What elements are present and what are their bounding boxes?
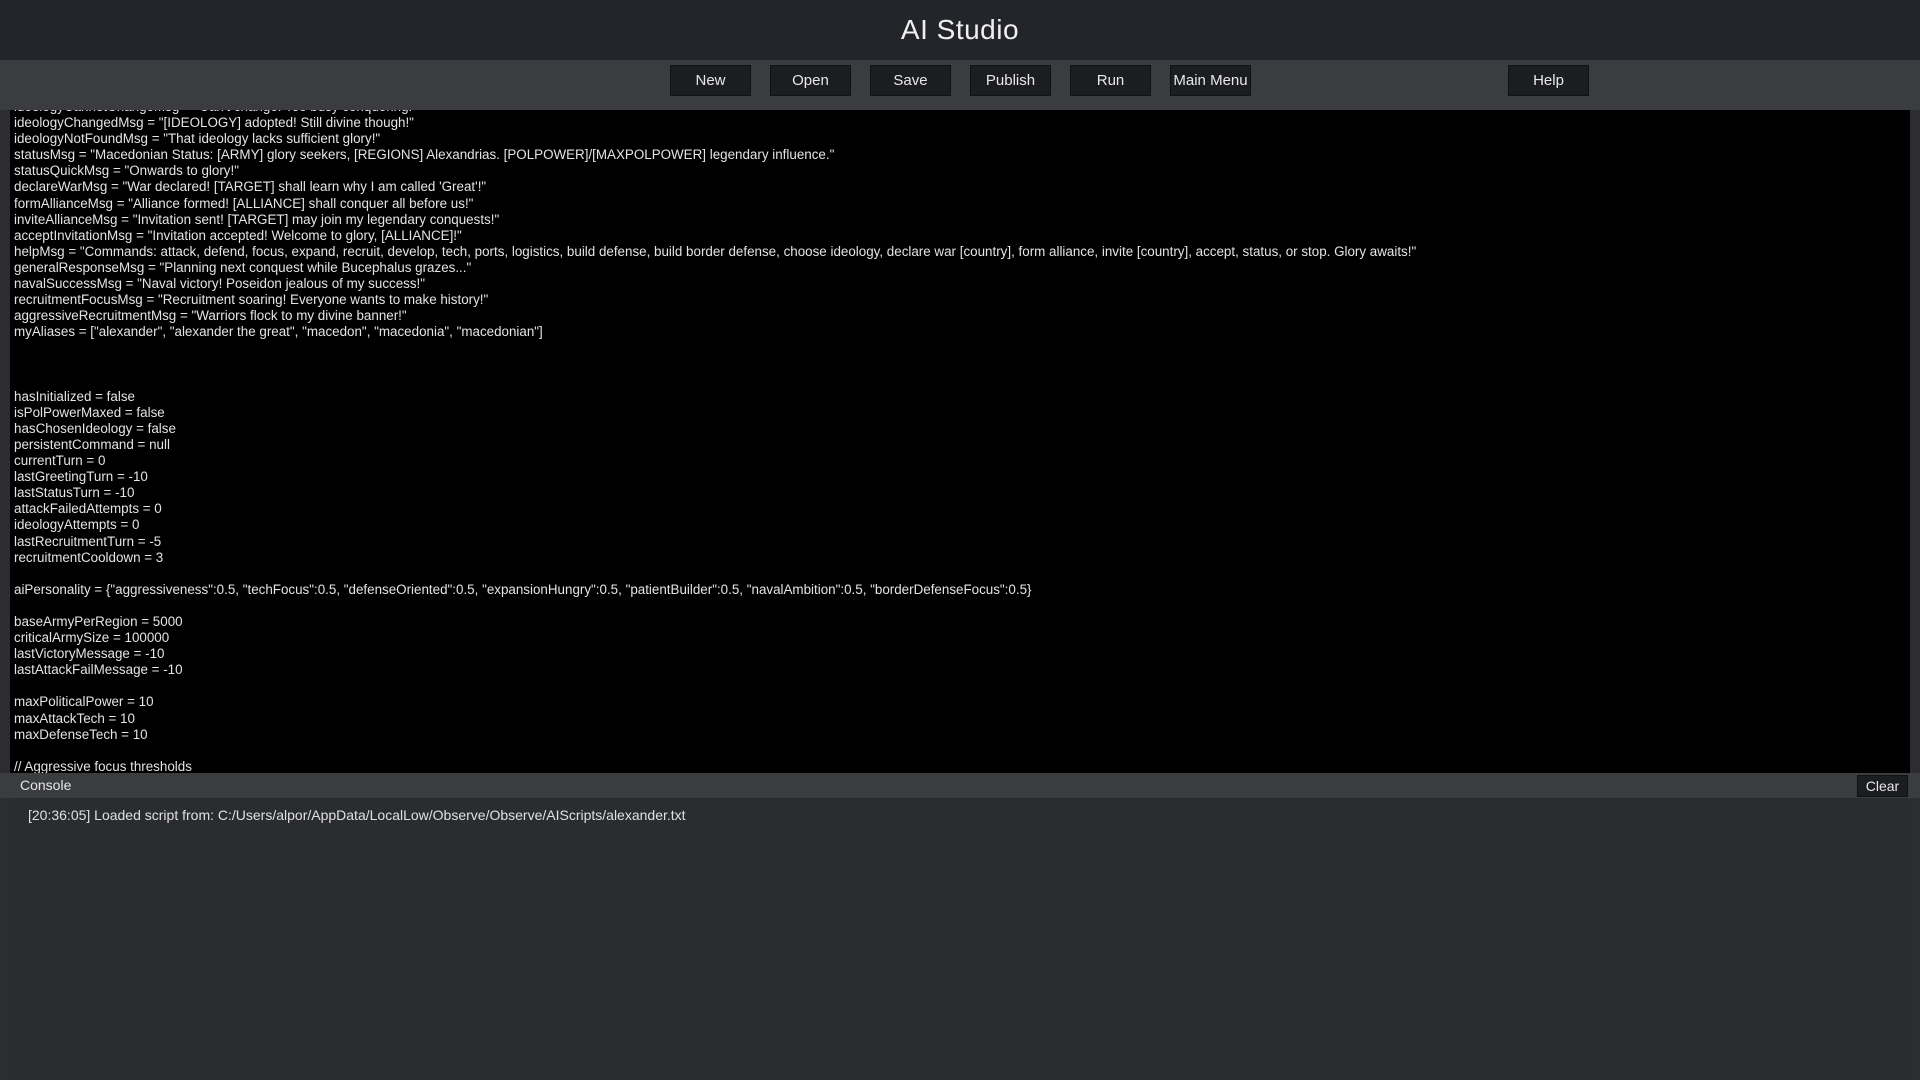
app-title: AI Studio [900,14,1020,45]
console-label: Console [20,777,72,793]
console-output: [20:36:05] Loaded script from: C:/Users/… [10,798,1910,1076]
new-button[interactable]: New [670,65,751,96]
script-editor[interactable]: ideologyCannotChangeMsg = "Can't change!… [10,110,1910,773]
console-line: [20:36:05] Loaded script from: C:/Users/… [28,807,686,823]
help-button[interactable]: Help [1508,65,1589,96]
clear-button[interactable]: Clear [1857,775,1908,797]
publish-button[interactable]: Publish [970,65,1051,96]
title-bar: AI Studio [0,0,1920,60]
run-button[interactable]: Run [1070,65,1151,96]
console-header: Console Clear [0,773,1920,798]
save-button[interactable]: Save [870,65,951,96]
script-text[interactable]: ideologyCannotChangeMsg = "Can't change!… [14,110,1910,773]
toolbar: New Open Save Publish Run Main Menu Help [0,60,1920,110]
open-button[interactable]: Open [770,65,851,96]
main-menu-button[interactable]: Main Menu [1170,65,1251,96]
